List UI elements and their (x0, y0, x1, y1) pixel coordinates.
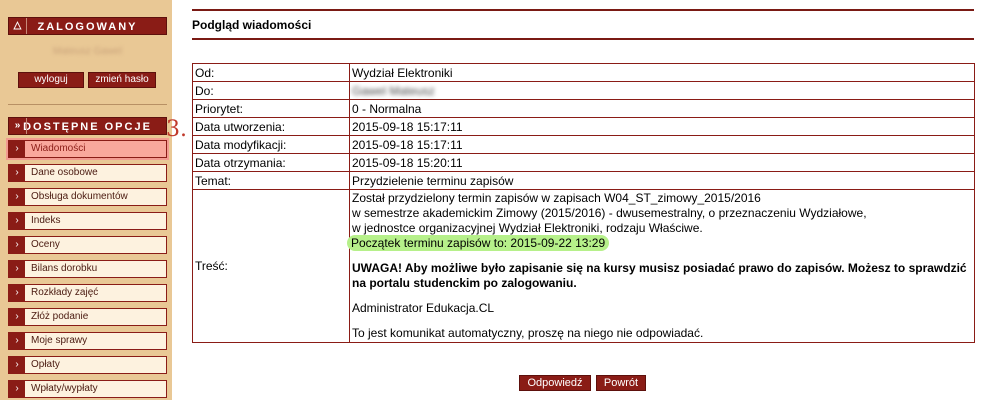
sidebar-item-zloz-podanie[interactable]: › Złóż podanie (8, 308, 167, 326)
table-row: Od: Wydział Elektroniki (192, 63, 975, 82)
logout-button[interactable]: wyloguj (18, 72, 84, 88)
chevron-right-icon: › (9, 333, 25, 349)
enrollment-start-highlight: Początek terminu zapisów to: 2015-09-22 … (347, 235, 610, 251)
top-divider (192, 9, 974, 11)
sidebar-item-wplaty-wyplaty[interactable]: › Wpłaty/wypłaty (8, 380, 167, 398)
page-title: Podgląd wiadomości (192, 18, 312, 32)
priority-label: Priorytet: (192, 99, 350, 118)
sidebar-divider (8, 104, 167, 105)
signature: Administrator Edukacja.CL (352, 301, 495, 315)
table-row: Treść: Został przydzielony termin zapisó… (192, 189, 975, 343)
modified-value: 2015-09-18 15:17:11 (349, 135, 975, 154)
to-label: Do: (192, 81, 350, 100)
table-row: Temat: Przydzielenie terminu zapisów (192, 171, 975, 190)
warning-icon: △ (9, 18, 27, 34)
chevron-right-icon: › (9, 213, 25, 229)
created-value: 2015-09-18 15:17:11 (349, 117, 975, 136)
table-row: Data modyfikacji: 2015-09-18 15:17:11 (192, 135, 975, 154)
table-row: Data otrzymania: 2015-09-18 15:20:11 (192, 153, 975, 172)
chevron-right-icon: › (9, 261, 25, 277)
user-name: Mateusz Gawel (53, 46, 122, 57)
sidebar-item-indeks[interactable]: › Indeks (8, 212, 167, 230)
content-line: Został przydzielony termin zapisów w zap… (352, 191, 761, 205)
sidebar-item-bilans-dorobku[interactable]: › Bilans dorobku (8, 260, 167, 278)
sidebar-item-obsluga-dokumentow[interactable]: › Obsługa dokumentów (8, 188, 167, 206)
modified-label: Data modyfikacji: (192, 135, 350, 154)
chevron-right-icon: › (9, 141, 25, 157)
content-value: Został przydzielony termin zapisów w zap… (347, 189, 975, 343)
subject-label: Temat: (192, 171, 350, 190)
received-value: 2015-09-18 15:20:11 (349, 153, 975, 172)
change-password-button[interactable]: zmień hasło (88, 72, 156, 88)
from-value: Wydział Elektroniki (349, 63, 975, 82)
step-number-annotation: 3. (166, 117, 187, 142)
content-line-highlight-wrap: Początek terminu zapisów to: 2015-09-22 … (347, 235, 972, 251)
sidebar-item-oceny[interactable]: › Oceny (8, 236, 167, 254)
to-value: Gawel Mateusz (352, 83, 435, 98)
content-label: Treść: (192, 189, 350, 343)
received-label: Data otrzymania: (192, 153, 350, 172)
sidebar-item-moje-sprawy[interactable]: › Moje sprawy (8, 332, 167, 350)
chevron-right-icon: › (9, 381, 25, 397)
sidebar-item-rozklady-zajec[interactable]: › Rozkłady zajęć (8, 284, 167, 302)
reply-button[interactable]: Odpowiedź (519, 375, 591, 391)
sidebar-item-wiadomosci[interactable]: › Wiadomości (8, 140, 167, 158)
sidebar: △ ZALOGOWANY Mateusz Gawel wyloguj zmień… (0, 0, 172, 400)
content-line: w semestrze akademickim Zimowy (2015/201… (352, 206, 867, 220)
created-label: Data utworzenia: (192, 117, 350, 136)
chevron-right-icon: › (9, 237, 25, 253)
to-cell: Gawel Mateusz (349, 81, 975, 100)
warning-text: UWAGA! Aby możliwe było zapisanie się na… (352, 261, 967, 290)
message-table: Od: Wydział Elektroniki Do: Gawel Mateus… (192, 63, 975, 343)
table-row: Do: Gawel Mateusz (192, 81, 975, 100)
chevron-right-icon: › (9, 165, 25, 181)
chevron-right-icon: › (9, 309, 25, 325)
logged-in-header: △ ZALOGOWANY (8, 17, 167, 35)
sidebar-item-oplaty[interactable]: › Opłaty (8, 356, 167, 374)
options-header: » DOSTĘPNE OPCJE (8, 117, 167, 135)
double-chevron-down-icon: » (9, 118, 27, 134)
chevron-right-icon: › (9, 189, 25, 205)
table-row: Data utworzenia: 2015-09-18 15:17:11 (192, 117, 975, 136)
chevron-right-icon: › (9, 285, 25, 301)
auto-note: To jest komunikat automatyczny, proszę n… (352, 326, 704, 340)
content-line: w jednostce organizacyjnej Wydział Elekt… (352, 221, 703, 235)
title-divider (192, 38, 974, 40)
priority-value: 0 - Normalna (349, 99, 975, 118)
from-label: Od: (192, 63, 350, 82)
sidebar-item-dane-osobowe[interactable]: › Dane osobowe (8, 164, 167, 182)
table-row: Priorytet: 0 - Normalna (192, 99, 975, 118)
chevron-right-icon: › (9, 357, 25, 373)
back-button[interactable]: Powrót (596, 375, 646, 391)
subject-value: Przydzielenie terminu zapisów (349, 171, 975, 190)
options-menu: › Wiadomości › Dane osobowe › Obsługa do… (8, 140, 167, 400)
